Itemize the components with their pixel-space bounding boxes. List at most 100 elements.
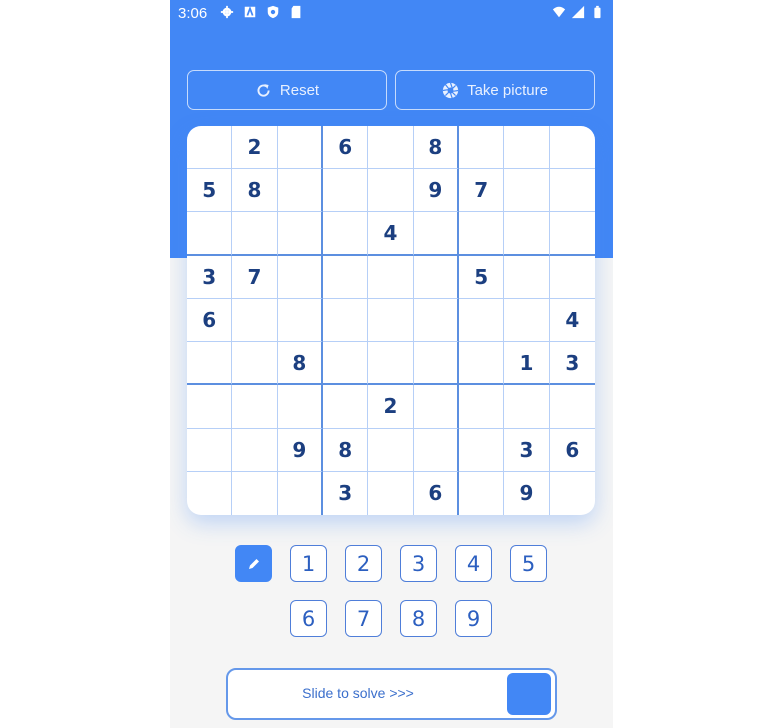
sudoku-cell-r4c8[interactable] [504,255,550,299]
number-key-6[interactable]: 6 [290,600,327,637]
sudoku-cell-r3c7[interactable] [458,212,505,256]
sudoku-cell-r6c7[interactable] [458,342,505,386]
sudoku-cell-r9c7[interactable] [459,471,505,515]
sudoku-cell-r7c3[interactable] [277,385,323,429]
sudoku-cell-r7c9[interactable] [549,385,595,429]
sudoku-cell-r3c1[interactable] [187,212,233,256]
number-key-3[interactable]: 3 [400,545,437,582]
sudoku-cell-r1c8[interactable] [504,126,550,170]
sudoku-cell-r5c1[interactable]: 6 [187,298,233,343]
sudoku-cell-r2c1[interactable]: 5 [187,169,233,213]
sudoku-cell-r8c1[interactable] [187,428,233,472]
sudoku-cell-r3c9[interactable] [549,212,595,256]
number-key-2[interactable]: 2 [345,545,382,582]
sudoku-cell-r5c2[interactable] [232,298,278,343]
sudoku-cell-r2c6[interactable]: 9 [413,169,459,213]
sudoku-grid: 268589743756481329836369 [187,126,595,515]
sudoku-cell-r5c5[interactable] [368,298,414,343]
sudoku-cell-r9c2[interactable] [232,471,278,515]
sudoku-cell-r3c3[interactable] [277,212,323,256]
sudoku-cell-r8c8[interactable]: 3 [504,428,550,472]
slider-handle[interactable] [507,673,551,715]
sudoku-cell-r7c6[interactable] [413,385,459,429]
sudoku-cell-r1c9[interactable] [549,126,595,170]
number-key-8[interactable]: 8 [400,600,437,637]
sudoku-cell-r5c7[interactable] [458,298,505,343]
sd-card-icon [289,5,303,19]
status-bar: 3:06 [170,0,613,26]
sudoku-cell-r5c8[interactable] [504,298,550,343]
sudoku-cell-r2c3[interactable] [277,169,323,213]
sudoku-cell-r1c4[interactable]: 6 [322,126,369,170]
sudoku-cell-r9c3[interactable] [278,471,323,515]
sudoku-cell-r6c1[interactable] [187,342,233,386]
sudoku-cell-r8c5[interactable] [368,428,414,472]
sudoku-cell-r8c3[interactable]: 9 [277,428,323,472]
sudoku-cell-r3c5[interactable]: 4 [368,212,414,256]
slide-to-solve[interactable]: Slide to solve >>> [226,668,557,720]
sudoku-cell-r1c2[interactable]: 2 [232,126,278,170]
sudoku-cell-r2c7[interactable]: 7 [458,169,505,213]
reset-button[interactable]: Reset [187,70,387,110]
sudoku-cell-r4c4[interactable] [322,255,369,299]
sudoku-cell-r1c3[interactable] [277,126,323,170]
sudoku-cell-r8c9[interactable]: 6 [549,429,595,472]
number-key-5[interactable]: 5 [510,545,547,582]
sudoku-cell-r6c4[interactable] [322,342,369,386]
sudoku-board: 268589743756481329836369 [187,126,595,515]
sudoku-cell-r6c5[interactable] [368,342,414,386]
sudoku-cell-r4c6[interactable] [413,255,459,299]
pencil-icon [246,556,262,572]
sudoku-cell-r3c6[interactable] [413,212,459,256]
sudoku-cell-r2c5[interactable] [368,169,414,213]
number-key-7[interactable]: 7 [345,600,382,637]
sudoku-cell-r4c9[interactable] [549,256,595,299]
sudoku-cell-r6c8[interactable]: 1 [504,342,550,386]
pencil-button[interactable] [235,545,272,582]
sudoku-cell-r2c4[interactable] [322,169,369,213]
sudoku-cell-r8c6[interactable] [413,428,459,472]
sudoku-cell-r9c1[interactable] [187,471,233,515]
sudoku-cell-r6c2[interactable] [232,342,278,386]
sudoku-cell-r9c4[interactable]: 3 [323,471,369,515]
sudoku-cell-r5c4[interactable] [322,298,369,343]
take-picture-button[interactable]: Take picture [395,70,595,110]
sudoku-cell-r1c6[interactable]: 8 [413,126,459,170]
sudoku-cell-r8c2[interactable] [232,428,278,472]
sudoku-cell-r9c5[interactable] [368,471,414,515]
sudoku-cell-r7c1[interactable] [187,385,233,429]
number-key-9[interactable]: 9 [455,600,492,637]
sudoku-cell-r4c2[interactable]: 7 [232,255,278,299]
sudoku-cell-r6c9[interactable]: 3 [549,342,595,386]
sudoku-cell-r4c5[interactable] [368,255,414,299]
sudoku-cell-r6c3[interactable]: 8 [277,342,323,386]
sudoku-cell-r3c4[interactable] [322,212,369,256]
sudoku-cell-r3c8[interactable] [504,212,550,256]
sudoku-cell-r9c8[interactable]: 9 [504,471,550,515]
sudoku-cell-r7c5[interactable]: 2 [368,385,414,429]
sudoku-cell-r9c6[interactable]: 6 [414,471,459,515]
sudoku-cell-r2c2[interactable]: 8 [232,169,278,213]
sudoku-cell-r2c9[interactable] [549,169,595,213]
sudoku-cell-r5c6[interactable] [413,298,459,343]
number-key-4[interactable]: 4 [455,545,492,582]
sudoku-cell-r7c8[interactable] [504,385,550,429]
sudoku-cell-r7c4[interactable] [322,385,369,429]
sudoku-cell-r1c7[interactable] [458,126,505,170]
sudoku-cell-r3c2[interactable] [232,212,278,256]
sudoku-cell-r4c3[interactable] [277,255,323,299]
sudoku-cell-r4c7[interactable]: 5 [458,255,505,299]
sudoku-cell-r4c1[interactable]: 3 [187,255,233,299]
sudoku-cell-r1c1[interactable] [187,126,233,170]
sudoku-cell-r1c5[interactable] [368,126,414,170]
sudoku-cell-r2c8[interactable] [504,169,550,213]
sudoku-cell-r7c7[interactable] [458,385,505,429]
sudoku-cell-r8c4[interactable]: 8 [322,428,369,472]
sudoku-cell-r5c3[interactable] [277,298,323,343]
sudoku-cell-r9c9[interactable] [550,472,595,515]
sudoku-cell-r8c7[interactable] [458,428,505,472]
sudoku-cell-r7c2[interactable] [232,385,278,429]
number-key-1[interactable]: 1 [290,545,327,582]
sudoku-cell-r5c9[interactable]: 4 [549,299,595,343]
sudoku-cell-r6c6[interactable] [413,342,459,386]
